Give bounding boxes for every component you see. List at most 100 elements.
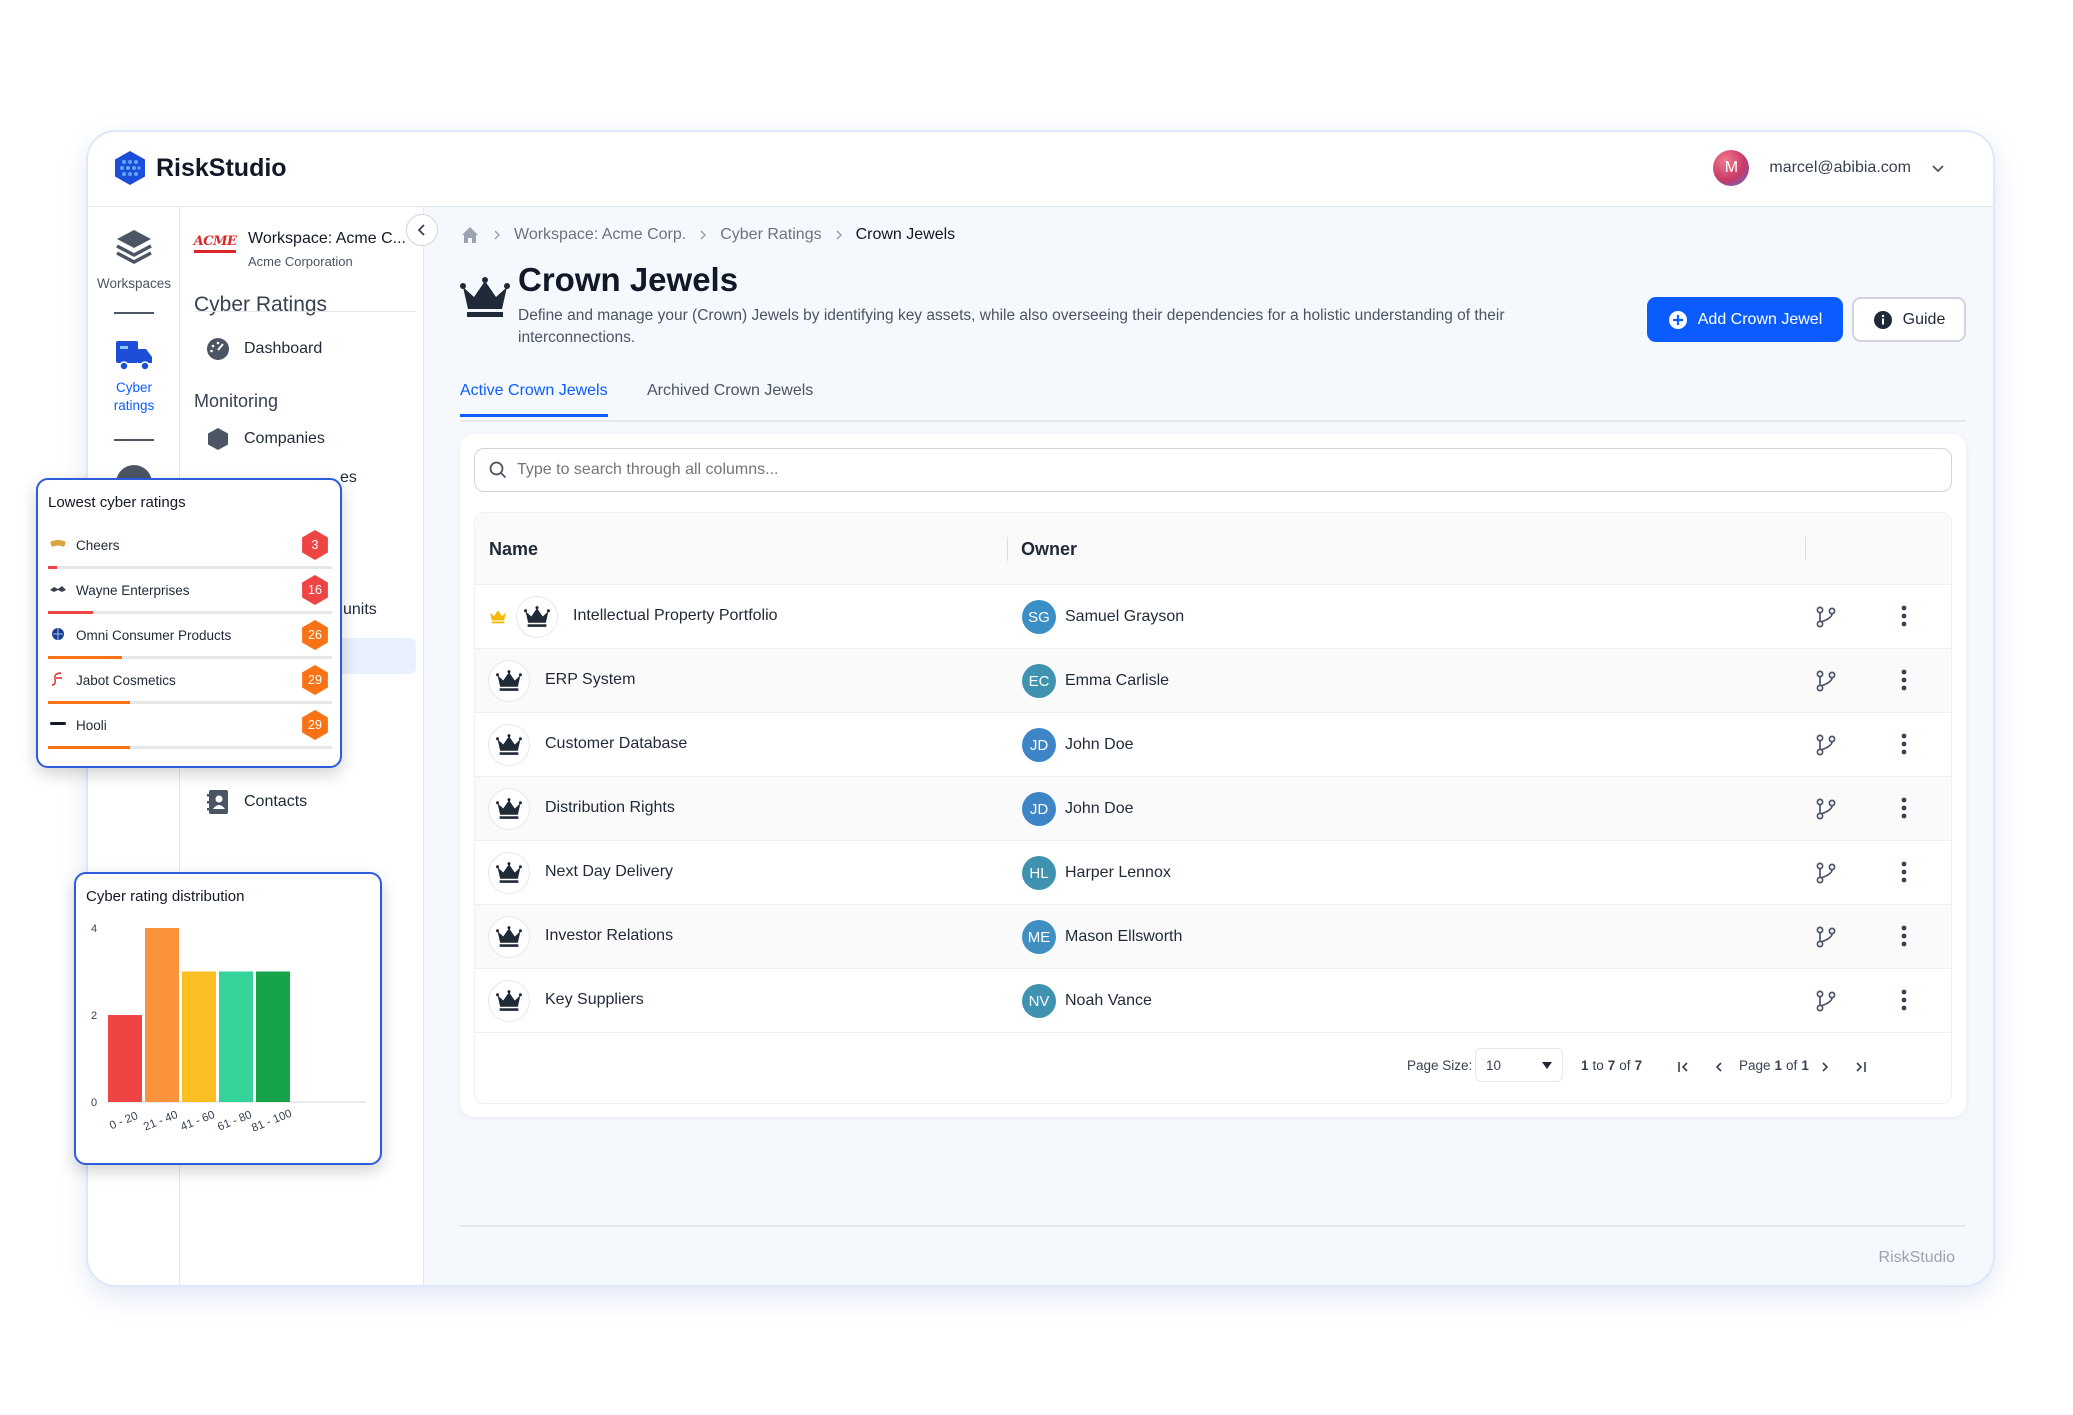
table-row[interactable]: ERP System EC Emma Carlisle: [475, 649, 1951, 713]
crown-jewels-table: Name Owner Intellectual Property Portfol…: [474, 512, 1952, 1104]
app-logo[interactable]: RiskStudio: [114, 150, 287, 186]
crown-icon: [460, 277, 510, 324]
column-resize-handle[interactable]: [1805, 537, 1806, 561]
starred-crown-icon[interactable]: [489, 609, 507, 629]
row-name[interactable]: Next Day Delivery: [545, 863, 673, 881]
add-crown-jewel-label: Add Crown Jewel: [1697, 310, 1823, 328]
guide-label: Guide: [1902, 310, 1946, 328]
score-bar: [48, 611, 332, 614]
owner-name: John Doe: [1065, 800, 1134, 817]
lowest-rating-item[interactable]: Hooli 29: [48, 706, 332, 751]
company-name: Omni Consumer Products: [76, 628, 232, 643]
owner-name: Mason Ellsworth: [1065, 928, 1183, 945]
nav-item-companies[interactable]: Companies: [206, 427, 325, 451]
dependencies-icon[interactable]: [1815, 990, 1837, 1017]
collapse-nav-button[interactable]: [406, 214, 438, 246]
score-bar: [48, 566, 332, 569]
search-input[interactable]: [517, 461, 1951, 479]
dependencies-icon[interactable]: [1815, 798, 1837, 825]
owner-name: Harper Lennox: [1065, 864, 1171, 881]
column-header-name[interactable]: Name: [489, 539, 538, 560]
footer-brand: RiskStudio: [1878, 1249, 1955, 1266]
more-options-icon[interactable]: [1901, 923, 1907, 954]
user-menu[interactable]: M marcel@abibia.com: [1713, 150, 1945, 186]
score-badge: 29: [302, 665, 328, 695]
first-page-icon[interactable]: [1677, 1061, 1691, 1073]
crown-icon: [489, 725, 529, 765]
owner-name: Noah Vance: [1065, 992, 1152, 1009]
rail-item-cyber-ratings[interactable]: Cyber ratings: [88, 337, 180, 415]
nav-heading-monitoring: Monitoring: [194, 391, 279, 411]
table-row[interactable]: Customer Database JD John Doe: [475, 713, 1951, 777]
table-row[interactable]: Distribution Rights JD John Doe: [475, 777, 1951, 841]
crown-jewels-card: Name Owner Intellectual Property Portfol…: [460, 434, 1966, 1117]
dependencies-icon[interactable]: [1815, 670, 1837, 697]
table-row[interactable]: Next Day Delivery HL Harper Lennox: [475, 841, 1951, 905]
next-page-icon[interactable]: [1819, 1061, 1831, 1073]
nav-item-active-highlight[interactable]: [330, 638, 416, 674]
dependencies-icon[interactable]: [1815, 606, 1837, 633]
more-options-icon[interactable]: [1901, 795, 1907, 826]
page-size-select[interactable]: 10: [1475, 1048, 1563, 1082]
owner-name: Samuel Grayson: [1065, 608, 1185, 625]
acme-logo-text: ACME: [193, 234, 237, 249]
search-box[interactable]: [474, 448, 1952, 492]
nav-item-contacts[interactable]: Contacts: [206, 789, 307, 815]
previous-page-icon[interactable]: [1713, 1061, 1725, 1073]
tab-archived-crown-jewels[interactable]: Archived Crown Jewels: [647, 382, 813, 414]
dependencies-icon[interactable]: [1815, 734, 1837, 761]
rating-distribution-card: Cyber rating distribution 0240 - 20 21 - …: [74, 872, 382, 1165]
dependencies-icon[interactable]: [1815, 862, 1837, 889]
lowest-rating-item[interactable]: Omni Consumer Products 26: [48, 616, 332, 661]
tab-active-crown-jewels[interactable]: Active Crown Jewels: [460, 382, 608, 417]
score-bar: [48, 746, 332, 749]
column-resize-handle[interactable]: [1007, 537, 1008, 561]
dependencies-icon[interactable]: [1815, 926, 1837, 953]
breadcrumb-current: Crown Jewels: [855, 226, 956, 243]
row-name[interactable]: Key Suppliers: [545, 991, 644, 1009]
row-name[interactable]: ERP System: [545, 671, 635, 689]
chevron-down-icon[interactable]: [1931, 161, 1945, 175]
company-logo-icon: [48, 626, 68, 642]
page-size-value: 10: [1486, 1058, 1502, 1073]
more-options-icon[interactable]: [1901, 987, 1907, 1018]
last-page-icon[interactable]: [1853, 1061, 1867, 1073]
nav-item-partial[interactable]: es: [340, 469, 357, 487]
page-of-word: of: [1786, 1058, 1798, 1073]
more-options-icon[interactable]: [1901, 859, 1907, 890]
crown-icon: [489, 981, 529, 1021]
crown-icon: [517, 597, 557, 637]
guide-button[interactable]: Guide: [1852, 297, 1966, 342]
table-row[interactable]: Key Suppliers NV Noah Vance: [475, 969, 1951, 1033]
workspace-title: Workspace: Acme C...: [248, 230, 406, 247]
workspace-switcher[interactable]: ACME Workspace: Acme C... Acme Corporati…: [194, 229, 406, 269]
add-crown-jewel-button[interactable]: Add Crown Jewel: [1647, 297, 1843, 342]
column-header-owner[interactable]: Owner: [1021, 539, 1077, 560]
row-name[interactable]: Intellectual Property Portfolio: [573, 607, 778, 625]
lowest-rating-item[interactable]: Jabot Cosmetics 29: [48, 661, 332, 706]
lowest-rating-item[interactable]: Wayne Enterprises 16: [48, 571, 332, 616]
company-logo-icon: [48, 536, 68, 552]
more-options-icon[interactable]: [1901, 731, 1907, 762]
table-row[interactable]: Intellectual Property Portfolio SG Samuel …: [475, 585, 1951, 649]
breadcrumb-cyber-ratings[interactable]: Cyber Ratings: [720, 226, 821, 244]
more-options-icon[interactable]: [1901, 603, 1907, 634]
table-row[interactable]: Investor Relations ME Mason Ellsworth: [475, 905, 1951, 969]
breadcrumb: Workspace: Acme Corp. Cyber Ratings Crow…: [460, 225, 955, 245]
home-icon[interactable]: [460, 225, 480, 245]
lowest-ratings-title: Lowest cyber ratings: [48, 494, 186, 511]
page-indicator: Page 1 of 1: [1739, 1058, 1809, 1073]
nav-label-contacts: Contacts: [244, 793, 308, 810]
row-name[interactable]: Investor Relations: [545, 927, 673, 945]
rail-item-workspaces[interactable]: Workspaces: [88, 227, 180, 293]
row-name[interactable]: Customer Database: [545, 735, 687, 753]
more-options-icon[interactable]: [1901, 667, 1907, 698]
info-icon: [1873, 310, 1892, 329]
row-name[interactable]: Distribution Rights: [545, 799, 675, 817]
user-avatar: M: [1713, 150, 1750, 186]
lowest-rating-item[interactable]: Cheers 3: [48, 526, 332, 571]
nav-label-dashboard: Dashboard: [244, 340, 323, 357]
contacts-book-icon: [207, 790, 228, 814]
breadcrumb-workspace[interactable]: Workspace: Acme Corp.: [514, 226, 686, 244]
nav-item-dashboard[interactable]: Dashboard: [206, 337, 322, 361]
